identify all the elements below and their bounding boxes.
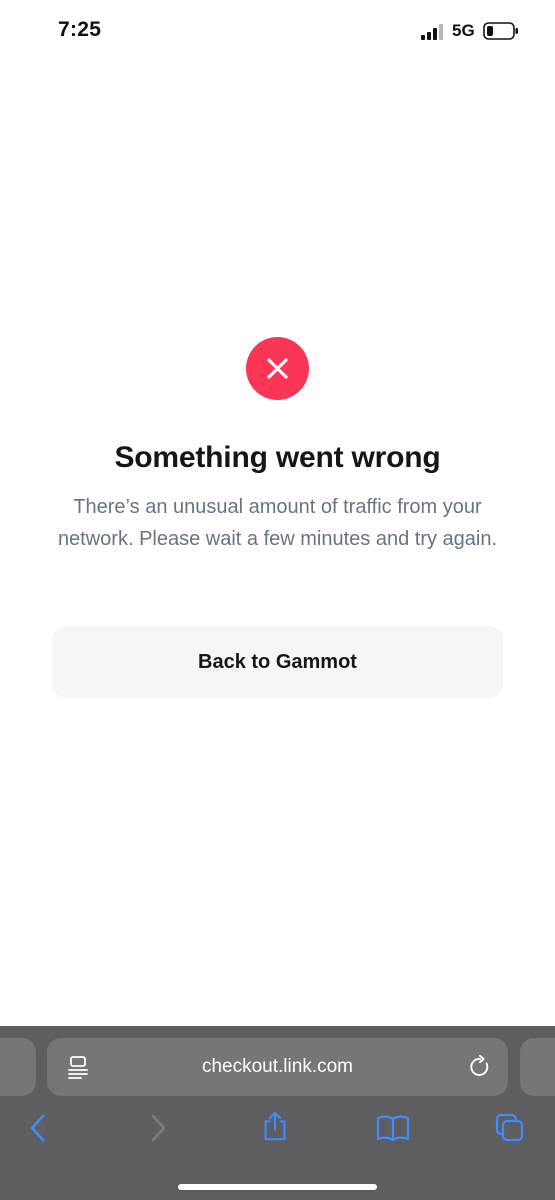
browser-toolbar: checkout.link.com <box>0 1026 555 1200</box>
forward-arrow-icon[interactable] <box>143 1113 173 1143</box>
previous-tab-peek[interactable] <box>0 1038 36 1096</box>
bookmarks-icon[interactable] <box>376 1113 410 1143</box>
share-icon[interactable] <box>260 1111 290 1141</box>
next-tab-peek[interactable] <box>520 1038 555 1096</box>
back-to-merchant-button[interactable]: Back to Gammot <box>52 626 503 698</box>
cellular-signal-icon <box>421 24 443 40</box>
tabs-icon[interactable] <box>495 1113 525 1143</box>
reload-icon[interactable] <box>468 1055 492 1079</box>
network-type: 5G <box>452 21 475 40</box>
home-indicator <box>178 1184 377 1190</box>
back-arrow-icon[interactable] <box>23 1113 53 1143</box>
address-bar[interactable]: checkout.link.com <box>47 1038 508 1096</box>
error-badge <box>246 337 309 400</box>
status-time: 7:25 <box>58 18 102 41</box>
battery-icon <box>483 22 518 40</box>
error-message: There’s an unusual amount of traffic fro… <box>57 496 498 550</box>
error-title: Something went wrong <box>114 441 441 474</box>
page-menu-icon[interactable] <box>67 1055 89 1079</box>
status-bar: 7:25 5G <box>0 0 555 64</box>
url-text[interactable]: checkout.link.com <box>107 1038 448 1096</box>
close-icon <box>267 358 288 379</box>
